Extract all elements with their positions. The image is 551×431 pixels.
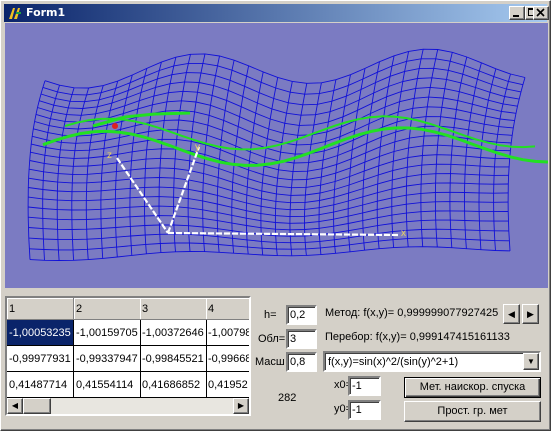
start-point-marker	[112, 123, 118, 129]
main-window: Form1 z y x 1 2 3 4 -1,00053235 -1,00159705 -1…	[0, 0, 551, 431]
mesh-line	[100, 80, 119, 259]
horizontal-scrollbar[interactable]: ◀ ▶	[7, 398, 249, 414]
table-cell[interactable]: -0,99845521	[140, 346, 207, 372]
fast-descent-button[interactable]: Мет. наискор. спуска	[404, 377, 541, 398]
surface-mesh	[27, 48, 548, 261]
mesh-line	[478, 68, 497, 250]
table-cell[interactable]: 0,41686852	[140, 372, 207, 398]
table-cell[interactable]: -1,00798	[206, 320, 249, 346]
mash-input[interactable]: 0,8	[286, 352, 317, 372]
mesh-line	[34, 106, 515, 146]
simple-gradient-button[interactable]: Прост. гр. мет	[404, 401, 541, 422]
arrow-right-icon: ▶	[527, 309, 534, 319]
mesh-line	[85, 85, 104, 260]
spin-left-button[interactable]: ◀	[503, 304, 520, 324]
column-header[interactable]: 3	[140, 298, 207, 320]
table-cell[interactable]: -0,99668	[206, 346, 249, 372]
function-select-value: f(x,y)=sin(x)^2/(sin(y)^2+1)	[328, 356, 459, 368]
dropdown-button[interactable]: ▼	[523, 353, 539, 370]
window-title: Form1	[26, 6, 66, 19]
mesh-line	[28, 182, 509, 211]
results-table[interactable]: 1 2 3 4 -1,00053235 -1,00159705 -1,00372646 -1,…	[5, 296, 251, 416]
table-cell[interactable]: 0,41952	[206, 372, 249, 398]
mesh-line	[35, 96, 517, 136]
h-label: h=	[264, 309, 277, 321]
mesh-line	[158, 57, 177, 253]
x0-input[interactable]: -1	[348, 376, 381, 396]
minimize-icon	[513, 15, 519, 17]
axis-line	[167, 231, 400, 237]
scroll-left-button[interactable]: ◀	[7, 398, 23, 414]
x-axis-label: x	[401, 228, 406, 239]
column-header[interactable]: 1	[7, 298, 74, 320]
perebor-result: Перебор: f(x,y)= 0,999147415161133	[325, 331, 510, 343]
arrow-left-icon: ◀	[11, 401, 19, 410]
table-cell[interactable]: -0,99337947	[74, 346, 141, 372]
title-bar[interactable]: Form1	[4, 4, 547, 22]
z-axis-label: z	[107, 150, 112, 161]
close-button[interactable]	[533, 6, 549, 20]
scroll-thumb[interactable]	[23, 398, 51, 414]
app-icon	[9, 8, 21, 19]
mesh-line	[493, 73, 511, 251]
close-icon	[536, 8, 545, 17]
column-header[interactable]: 2	[74, 298, 141, 320]
table-cell[interactable]: -1,00053235	[7, 320, 74, 346]
table-cell[interactable]: 0,41554114	[74, 372, 141, 398]
spin-right-button[interactable]: ▶	[522, 304, 539, 324]
mesh-line	[362, 61, 380, 251]
y0-input[interactable]: -1	[348, 400, 381, 420]
iteration-counter: 282	[278, 392, 297, 404]
surface-plot[interactable]: z y x	[5, 23, 548, 288]
minimize-button[interactable]	[509, 6, 525, 20]
table-cell[interactable]: -1,00372646	[140, 320, 207, 346]
y-axis-label: y	[195, 142, 200, 153]
mesh-line	[42, 58, 523, 96]
obl-input[interactable]: 3	[286, 329, 317, 349]
mesh-line	[114, 74, 133, 258]
chevron-down-icon: ▼	[527, 357, 535, 366]
table-cell[interactable]: -1,00159705	[74, 320, 141, 346]
mesh-line	[449, 56, 468, 248]
arrow-left-icon: ◀	[508, 309, 515, 319]
table-cell[interactable]: 0,41487714	[7, 372, 74, 398]
scroll-right-button[interactable]: ▶	[233, 398, 249, 414]
arrow-right-icon: ▶	[237, 401, 245, 410]
h-input[interactable]: 0,2	[286, 305, 317, 325]
method-result: Метод: f(x,y)= 0,999999077927425	[325, 307, 499, 319]
mesh-line	[129, 68, 148, 256]
mesh-line	[420, 49, 439, 247]
column-header[interactable]: 4	[206, 298, 249, 320]
obl-label: Обл=	[258, 333, 286, 345]
mesh-line	[507, 77, 526, 251]
mesh-line	[434, 52, 453, 248]
mash-label: Масш	[255, 356, 285, 368]
function-select[interactable]: f(x,y)=sin(x)^2/(sin(y)^2+1) ▼	[323, 351, 541, 372]
mesh-line	[28, 191, 509, 218]
table-cell[interactable]: -0,99977931	[7, 346, 74, 372]
